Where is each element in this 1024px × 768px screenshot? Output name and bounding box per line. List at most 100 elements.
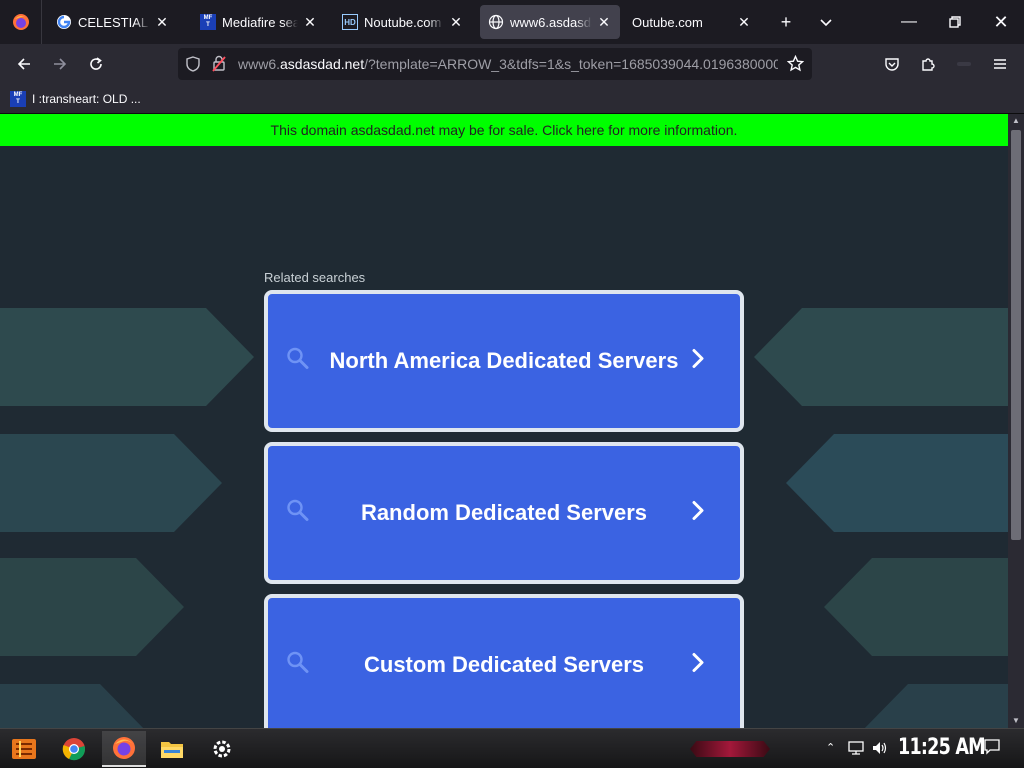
reload-button[interactable] — [82, 50, 110, 78]
show-hidden-icons-chevron-icon[interactable]: ⌃ — [826, 741, 835, 754]
decorative-arrow-right — [824, 558, 1008, 656]
decorative-arrow-left — [0, 308, 254, 406]
mft-icon: MF T — [200, 14, 216, 30]
page-content: This domain asdasdad.net may be for sale… — [0, 114, 1008, 728]
tab-title: CELESTIAL REALM — [78, 14, 150, 30]
chevron-down-icon — [820, 19, 832, 27]
close-icon: ✕ — [993, 11, 1009, 32]
extensions-button[interactable] — [914, 50, 942, 78]
new-tab-button[interactable]: + — [772, 8, 800, 36]
restore-button[interactable] — [932, 0, 978, 44]
bookmark-star-icon[interactable] — [786, 54, 805, 77]
arrow-right-icon — [54, 58, 67, 70]
scroll-up-arrow-icon[interactable]: ▲ — [1008, 114, 1024, 128]
file-explorer-icon — [161, 742, 183, 758]
close-window-button[interactable]: ✕ — [978, 0, 1024, 44]
bookmarks-toolbar: MF T I :transheart: OLD ... — [0, 84, 1024, 114]
forward-button[interactable] — [46, 50, 74, 78]
scroll-down-arrow-icon[interactable]: ▼ — [1008, 714, 1024, 728]
taskbar-clock[interactable]: 11:25 AM — [898, 735, 986, 760]
tab-title: Outube.com — [632, 14, 703, 30]
firefox-icon — [113, 737, 135, 759]
mft-icon: MF T — [10, 91, 26, 107]
tab-outube[interactable]: Outube.com ✕ — [624, 5, 760, 39]
decorative-arrow-left — [0, 684, 144, 728]
start-button[interactable] — [4, 731, 44, 767]
tab-asdasdad[interactable]: www6.asdasdad.net ✕ — [480, 5, 620, 39]
start-icon — [12, 739, 36, 759]
insecure-lock-icon[interactable] — [212, 55, 226, 77]
list-all-tabs-button[interactable] — [812, 8, 840, 36]
decorative-arrow-left — [0, 558, 184, 656]
close-tab-icon[interactable]: ✕ — [154, 14, 170, 31]
url-rest: /?template=ARROW_3&tdfs=1&s_token=168503… — [364, 56, 778, 72]
google-icon — [56, 14, 72, 30]
decorative-arrow-right — [786, 434, 1008, 532]
tracking-protection-shield-icon[interactable] — [186, 56, 200, 77]
chrome-icon — [62, 738, 85, 761]
firefox-view-button[interactable] — [0, 0, 42, 44]
minimize-icon: — — [901, 13, 917, 30]
bookmark-label: I :transheart: OLD ... — [32, 92, 141, 106]
plus-icon: + — [780, 11, 792, 32]
settings-taskbar-button[interactable] — [202, 731, 242, 767]
url-host: asdasdad.net — [280, 56, 365, 72]
network-icon[interactable] — [848, 741, 864, 760]
app-menu-button[interactable] — [986, 50, 1014, 78]
restore-icon — [949, 16, 961, 28]
scrollbar-thumb[interactable] — [1011, 130, 1021, 540]
hamburger-menu-icon — [994, 59, 1006, 69]
file-explorer-taskbar-button[interactable] — [152, 731, 192, 767]
related-search-label: North America Dedicated Servers — [329, 348, 679, 373]
volume-icon[interactable] — [872, 741, 888, 760]
search-icon — [286, 499, 310, 528]
decorative-arrow-right — [754, 308, 1008, 406]
taskbar-decoration — [690, 741, 770, 757]
close-tab-icon[interactable]: ✕ — [736, 14, 752, 31]
banner-text: This domain asdasdad.net may be for sale… — [270, 122, 738, 138]
url-text[interactable]: www6.asdasdad.net/?template=ARROW_3&tdfs… — [238, 56, 778, 72]
related-search-link[interactable]: Custom Dedicated Servers — [264, 594, 744, 728]
tab-celestial[interactable]: CELESTIAL REALM ✕ — [48, 5, 178, 39]
chrome-taskbar-button[interactable] — [54, 731, 94, 767]
notification-center-icon[interactable] — [984, 739, 1000, 760]
domain-sale-banner[interactable]: This domain asdasdad.net may be for sale… — [0, 114, 1008, 146]
tab-noutube[interactable]: HD Noutube.com is for sale ✕ — [334, 5, 472, 39]
decorative-arrow-right — [864, 684, 1008, 728]
tab-title: www6.asdasdad.net — [510, 14, 592, 30]
settings-icon — [213, 740, 231, 758]
close-tab-icon[interactable]: ✕ — [596, 14, 612, 31]
pocket-button[interactable] — [878, 50, 906, 78]
firefox-taskbar-button[interactable] — [102, 731, 146, 767]
tab-title: Mediafire search — [222, 14, 298, 30]
chevron-right-icon — [692, 653, 704, 678]
chevron-right-icon — [692, 349, 704, 374]
pocket-icon — [885, 58, 899, 71]
globe-icon — [488, 14, 504, 30]
arrow-left-icon — [17, 58, 30, 70]
minimize-button[interactable]: — — [886, 0, 932, 44]
tab-mediafire[interactable]: MFT Mediafire search ✕ — [192, 5, 326, 39]
related-search-label: Custom Dedicated Servers — [364, 652, 644, 677]
account-icon — [957, 62, 971, 66]
puzzle-icon — [922, 58, 935, 71]
related-searches-heading: Related searches — [264, 270, 366, 285]
bookmark-item[interactable]: MF T I :transheart: OLD ... — [10, 89, 141, 109]
page-scrollbar[interactable]: ▲ ▼ — [1008, 114, 1024, 728]
close-tab-icon[interactable]: ✕ — [302, 14, 318, 31]
account-button[interactable] — [950, 50, 978, 78]
navigation-toolbar: www6.asdasdad.net/?template=ARROW_3&tdfs… — [0, 44, 1024, 84]
search-icon — [286, 347, 310, 376]
related-search-label: Random Dedicated Servers — [360, 500, 648, 525]
chevron-right-icon — [692, 501, 704, 526]
url-bar[interactable]: www6.asdasdad.net/?template=ARROW_3&tdfs… — [178, 48, 812, 80]
tab-title: Noutube.com is for sale — [364, 14, 444, 30]
firefox-icon — [12, 14, 29, 30]
url-prefix: www6. — [238, 56, 281, 72]
hd-icon: HD — [342, 14, 358, 30]
back-button[interactable] — [10, 50, 38, 78]
related-search-link[interactable]: North America Dedicated Servers — [264, 290, 744, 432]
close-tab-icon[interactable]: ✕ — [448, 14, 464, 31]
search-icon — [286, 651, 310, 680]
related-search-link[interactable]: Random Dedicated Servers — [264, 442, 744, 584]
